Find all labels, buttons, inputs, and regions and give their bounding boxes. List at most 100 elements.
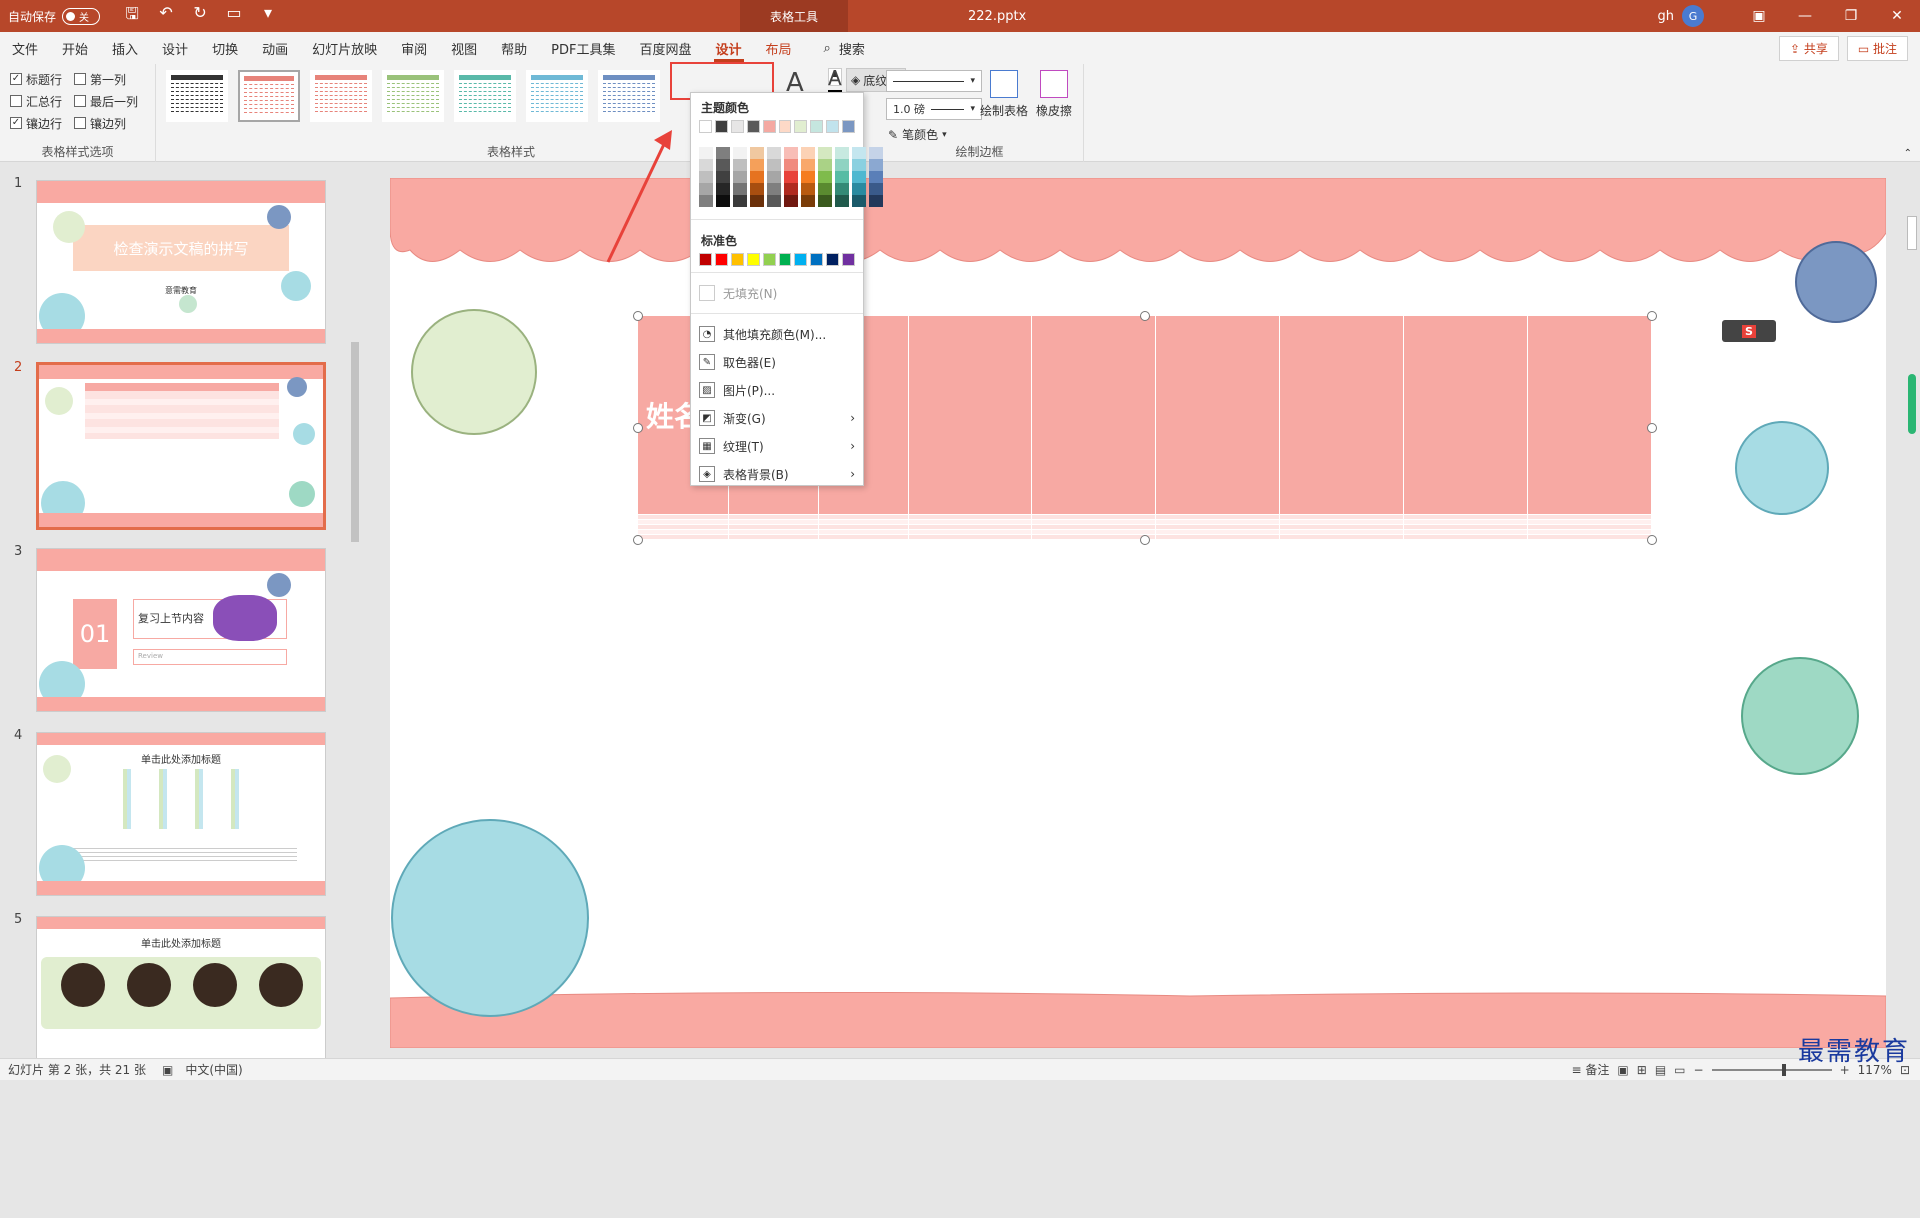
tint-swatch[interactable] bbox=[852, 147, 866, 159]
tint-swatch[interactable] bbox=[767, 195, 781, 207]
normal-view-icon[interactable]: ▣ bbox=[1617, 1063, 1628, 1077]
menu-item[interactable]: ▦纹理(T)› bbox=[691, 432, 863, 460]
menu-item[interactable]: ✎取色器(E) bbox=[691, 348, 863, 376]
tint-swatch[interactable] bbox=[716, 183, 730, 195]
tint-swatch[interactable] bbox=[767, 159, 781, 171]
present-icon[interactable]: ▭ bbox=[224, 3, 244, 30]
resize-handle[interactable] bbox=[1647, 311, 1657, 321]
close-icon[interactable]: ✕ bbox=[1874, 8, 1920, 24]
tint-swatch[interactable] bbox=[733, 147, 747, 159]
header-cell[interactable] bbox=[1404, 316, 1528, 515]
standard-color-swatch[interactable] bbox=[779, 253, 792, 266]
tint-swatch[interactable] bbox=[699, 195, 713, 207]
option-last-column[interactable]: 最后一列 bbox=[74, 90, 154, 112]
tint-swatch[interactable] bbox=[835, 159, 849, 171]
tint-swatch[interactable] bbox=[852, 183, 866, 195]
table-cell[interactable] bbox=[1280, 535, 1404, 540]
header-cell[interactable] bbox=[1280, 316, 1404, 515]
tint-swatch[interactable] bbox=[852, 171, 866, 183]
tab-table-layout[interactable]: 布局 bbox=[754, 32, 804, 64]
tint-swatch[interactable] bbox=[699, 171, 713, 183]
table-cell[interactable] bbox=[1528, 535, 1652, 540]
color-swatch[interactable] bbox=[794, 120, 807, 133]
tint-swatch[interactable] bbox=[784, 183, 798, 195]
header-cell[interactable] bbox=[1032, 316, 1156, 515]
tint-swatch[interactable] bbox=[699, 147, 713, 159]
canvas-scrollbar[interactable] bbox=[1904, 162, 1920, 1058]
slide-sorter-icon[interactable]: ⊞ bbox=[1637, 1063, 1647, 1077]
tint-swatch[interactable] bbox=[801, 183, 815, 195]
color-swatch[interactable] bbox=[842, 120, 855, 133]
table-cell[interactable] bbox=[908, 535, 1032, 540]
table-style-preview[interactable] bbox=[310, 70, 372, 122]
zoom-out-icon[interactable]: − bbox=[1694, 1063, 1704, 1077]
option-header-row[interactable]: ✓标题行 bbox=[10, 68, 74, 90]
color-swatch[interactable] bbox=[715, 120, 728, 133]
color-swatch[interactable] bbox=[747, 120, 760, 133]
line-style-select[interactable]: ▾ bbox=[886, 70, 982, 92]
table-cell[interactable] bbox=[638, 535, 728, 540]
tint-swatch[interactable] bbox=[716, 147, 730, 159]
font-color-icon[interactable]: A bbox=[828, 66, 842, 93]
tint-swatch[interactable] bbox=[801, 147, 815, 159]
tint-swatch[interactable] bbox=[784, 159, 798, 171]
header-cell[interactable] bbox=[1156, 316, 1280, 515]
tint-swatch[interactable] bbox=[869, 159, 883, 171]
standard-color-swatch[interactable] bbox=[731, 253, 744, 266]
table-style-preview[interactable] bbox=[238, 70, 300, 122]
collapse-ribbon-icon[interactable]: ⌃ bbox=[1904, 148, 1912, 159]
tint-swatch[interactable] bbox=[818, 147, 832, 159]
table-cell[interactable] bbox=[1156, 535, 1280, 540]
tab-transitions[interactable]: 切换 bbox=[200, 32, 250, 64]
user-account[interactable]: gh G bbox=[1658, 5, 1705, 27]
table-style-preview[interactable] bbox=[598, 70, 660, 122]
tint-swatch[interactable] bbox=[767, 183, 781, 195]
tint-swatch[interactable] bbox=[699, 183, 713, 195]
resize-handle[interactable] bbox=[1140, 535, 1150, 545]
color-swatch[interactable] bbox=[699, 120, 712, 133]
tint-swatch[interactable] bbox=[835, 147, 849, 159]
table-style-preview[interactable] bbox=[166, 70, 228, 122]
standard-color-swatch[interactable] bbox=[826, 253, 839, 266]
menu-item[interactable]: ▨图片(P)... bbox=[691, 376, 863, 404]
line-weight-select[interactable]: 1.0 磅▾ bbox=[886, 98, 982, 120]
spellcheck-icon[interactable]: ▣ bbox=[162, 1063, 173, 1077]
redo-icon[interactable]: ↻ bbox=[190, 3, 210, 30]
tab-help[interactable]: 帮助 bbox=[489, 32, 539, 64]
tint-swatch[interactable] bbox=[750, 159, 764, 171]
tab-pdf-tools[interactable]: PDF工具集 bbox=[539, 32, 627, 64]
tab-baidu-netdisk[interactable]: 百度网盘 bbox=[627, 32, 703, 64]
standard-color-swatch[interactable] bbox=[747, 253, 760, 266]
tint-swatch[interactable] bbox=[767, 171, 781, 183]
language-indicator[interactable]: 中文(中国) bbox=[185, 1061, 242, 1078]
tint-swatch[interactable] bbox=[750, 147, 764, 159]
tint-swatch[interactable] bbox=[699, 159, 713, 171]
search-box[interactable]: ⌕ 搜索 bbox=[824, 39, 865, 58]
tint-swatch[interactable] bbox=[767, 147, 781, 159]
draw-table-button[interactable]: 绘制表格 bbox=[980, 70, 1028, 119]
thumbnails-scrollbar[interactable] bbox=[349, 326, 361, 1218]
table-cell[interactable] bbox=[1032, 535, 1156, 540]
zoom-slider-knob[interactable] bbox=[1782, 1064, 1786, 1076]
header-cell[interactable] bbox=[1528, 316, 1652, 515]
tint-swatch[interactable] bbox=[852, 195, 866, 207]
standard-color-swatch[interactable] bbox=[715, 253, 728, 266]
tint-swatch[interactable] bbox=[784, 195, 798, 207]
color-swatch[interactable] bbox=[810, 120, 823, 133]
option-first-column[interactable]: 第一列 bbox=[74, 68, 154, 90]
tint-swatch[interactable] bbox=[801, 159, 815, 171]
tint-swatch[interactable] bbox=[716, 159, 730, 171]
tint-swatch[interactable] bbox=[869, 171, 883, 183]
standard-color-swatch[interactable] bbox=[763, 253, 776, 266]
tint-swatch[interactable] bbox=[835, 183, 849, 195]
tab-animations[interactable]: 动画 bbox=[250, 32, 300, 64]
slideshow-view-icon[interactable]: ▭ bbox=[1674, 1063, 1685, 1077]
color-swatch[interactable] bbox=[731, 120, 744, 133]
share-button[interactable]: ⇪ 共享 bbox=[1779, 36, 1839, 61]
eraser-button[interactable]: 橡皮擦 bbox=[1030, 70, 1078, 119]
resize-handle[interactable] bbox=[1140, 311, 1150, 321]
tab-slideshow[interactable]: 幻灯片放映 bbox=[300, 32, 389, 64]
standard-color-swatch[interactable] bbox=[810, 253, 823, 266]
slide-thumbnail-2[interactable] bbox=[36, 362, 326, 530]
undo-icon[interactable]: ↶ bbox=[156, 3, 176, 30]
